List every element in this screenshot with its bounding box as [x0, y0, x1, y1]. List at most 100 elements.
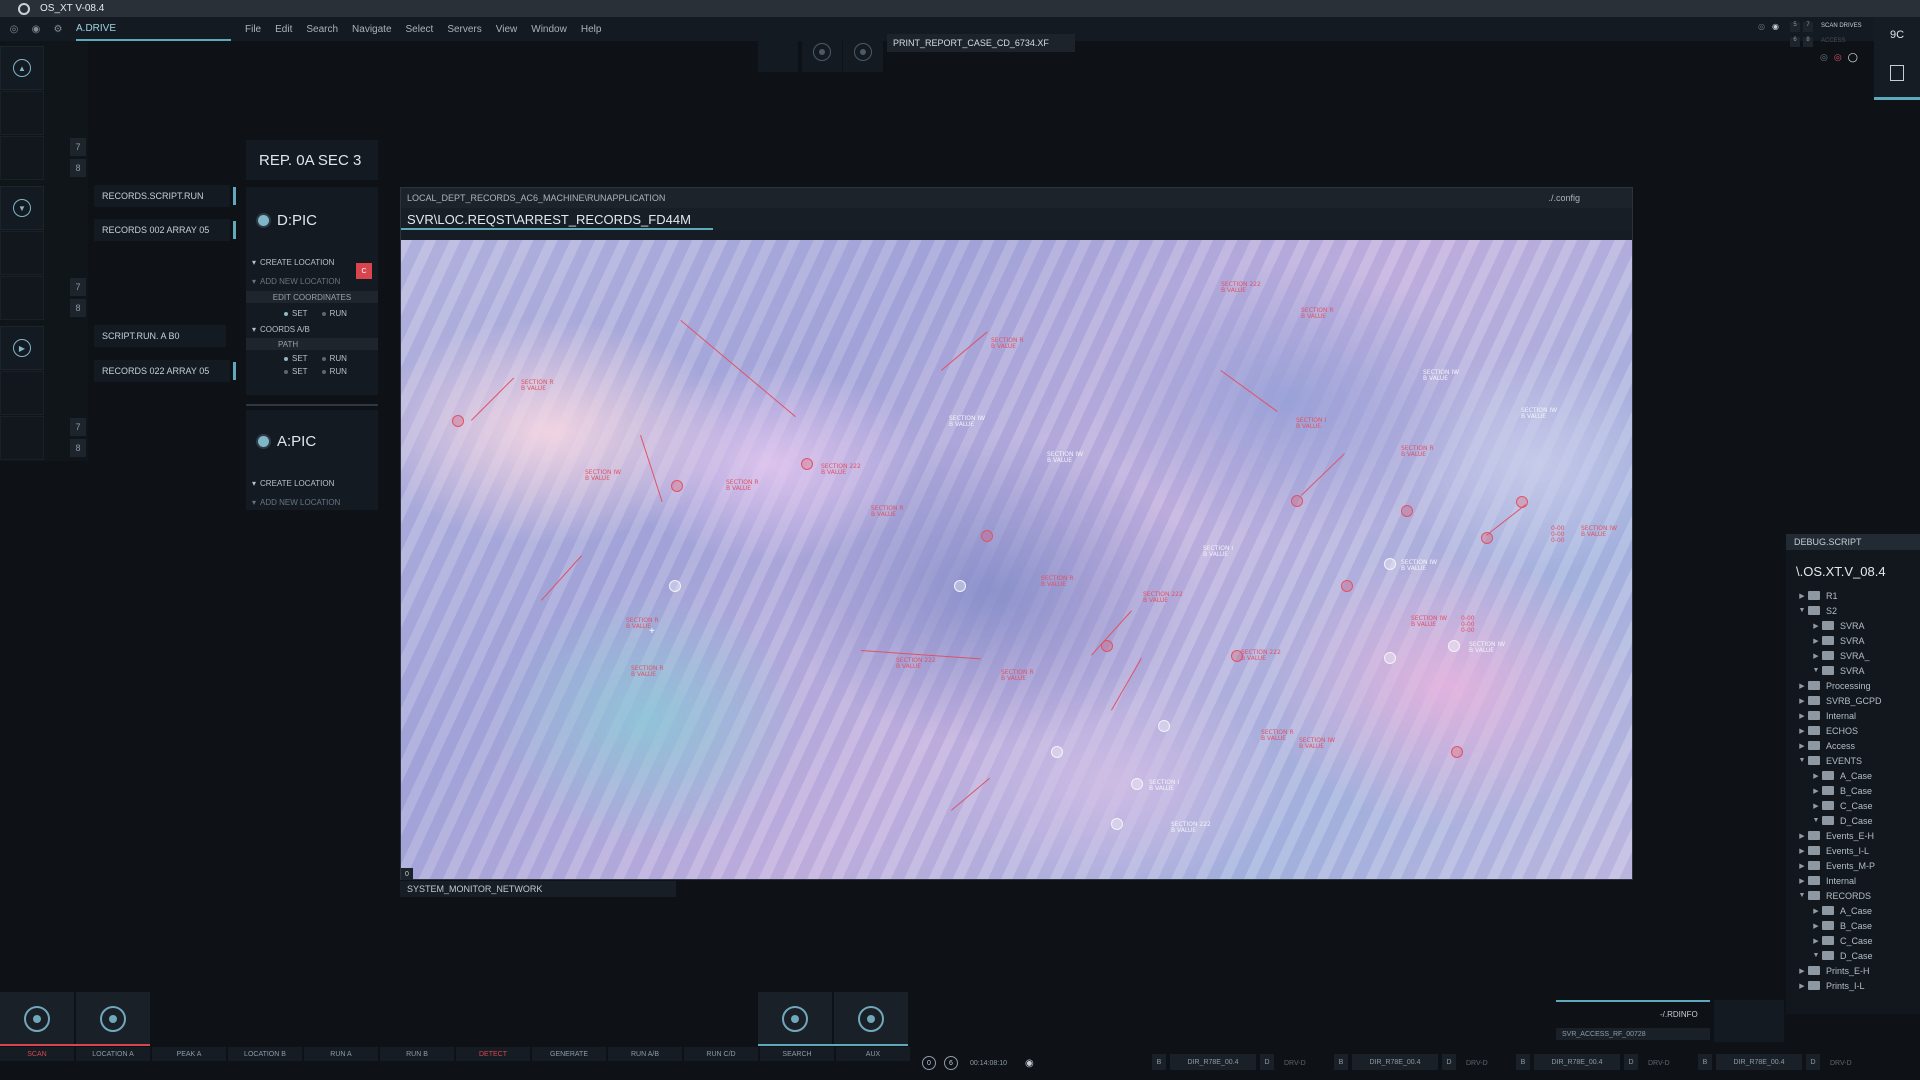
eye-icon[interactable]: ◎	[1758, 22, 1765, 31]
drive-b-badge[interactable]: B	[1698, 1054, 1712, 1070]
script-item[interactable]: RECORDS.SCRIPT.RUN	[94, 185, 236, 207]
run-option[interactable]: RUN	[321, 309, 347, 318]
caret-down-icon[interactable]: ▼	[1796, 892, 1808, 899]
coords-row[interactable]: ▾ COORDS A/B	[252, 321, 372, 337]
caret-right-icon[interactable]: ▶	[1796, 742, 1808, 750]
caret-right-icon[interactable]: ▶	[1796, 832, 1808, 840]
menu-select[interactable]: Select	[406, 24, 434, 35]
caret-right-icon[interactable]: ▶	[1796, 592, 1808, 600]
status-a[interactable]: 0	[922, 1056, 936, 1070]
caret-right-icon[interactable]: ▶	[1796, 712, 1808, 720]
drive-b-badge[interactable]: B	[1516, 1054, 1530, 1070]
label-search[interactable]: SEARCH	[760, 1047, 834, 1061]
caret-right-icon[interactable]: ▶	[1810, 922, 1822, 930]
drive-name[interactable]: DIR_R78E_00.4	[1170, 1054, 1256, 1070]
toolbar-target-button-2[interactable]	[843, 32, 883, 72]
caret-right-icon[interactable]: ▶	[1796, 727, 1808, 735]
create-location-row[interactable]: ▾ CREATE LOCATION	[252, 475, 372, 491]
drive-d-badge[interactable]: D	[1806, 1054, 1820, 1070]
caret-right-icon[interactable]: ▶	[1796, 682, 1808, 690]
record-icon[interactable]: ◯	[1848, 52, 1858, 66]
caret-right-icon[interactable]: ▶	[1796, 982, 1808, 990]
tree-item[interactable]: ▶ B_Case	[1786, 918, 1920, 933]
marker[interactable]	[1051, 746, 1063, 758]
caret-right-icon[interactable]: ▶	[1810, 937, 1822, 945]
aux-button[interactable]	[834, 992, 908, 1046]
tree-item[interactable]: ▼ RECORDS	[1786, 888, 1920, 903]
scan-button[interactable]	[0, 992, 74, 1046]
drive-name[interactable]: DIR_R78E_00.4	[1534, 1054, 1620, 1070]
tree-item[interactable]: ▶ Prints_I-L	[1786, 978, 1920, 993]
caret-down-icon[interactable]: ▼	[1810, 667, 1822, 674]
target-icon[interactable]: ◉	[28, 21, 44, 37]
marker[interactable]	[669, 580, 681, 592]
rail-slot[interactable]	[0, 136, 44, 180]
script-item[interactable]: RECORDS 002 ARRAY 05	[94, 219, 236, 241]
tree-item[interactable]: ▶ Events_M-P	[1786, 858, 1920, 873]
drive-name[interactable]: DIR_R78E_00.4	[1716, 1054, 1802, 1070]
tree-item[interactable]: ▶ ECHOS	[1786, 723, 1920, 738]
caret-down-icon[interactable]: ▼	[1796, 757, 1808, 764]
set-option[interactable]: SET	[284, 354, 308, 363]
tree-item[interactable]: ▶ SVRB_GCPD	[1786, 693, 1920, 708]
print-report-tab[interactable]: PRINT_REPORT_CASE_CD_6734.XF	[887, 34, 1075, 52]
caret-right-icon[interactable]: ▶	[1796, 877, 1808, 885]
tree-item[interactable]: ▶ Internal	[1786, 873, 1920, 888]
tree-item[interactable]: ▼ D_Case	[1786, 813, 1920, 828]
tree-item[interactable]: ▶ SVRA	[1786, 633, 1920, 648]
add-new-location-row[interactable]: ▾ ADD NEW LOCATION	[252, 273, 362, 289]
tree-item[interactable]: ▶ Events_I-L	[1786, 843, 1920, 858]
tree-item[interactable]: ▼ S2	[1786, 603, 1920, 618]
label-detect[interactable]: DETECT	[456, 1047, 530, 1061]
marker[interactable]	[671, 480, 683, 492]
tree-item[interactable]: ▼ D_Case	[1786, 948, 1920, 963]
caret-right-icon[interactable]: ▶	[1810, 787, 1822, 795]
marker[interactable]	[981, 530, 993, 542]
marker[interactable]	[1448, 640, 1460, 652]
toolbar-target-button[interactable]	[802, 32, 842, 72]
rdinfo-label[interactable]: -/.RDINFO	[1660, 1010, 1698, 1019]
caret-right-icon[interactable]: ▶	[1810, 907, 1822, 915]
caret-right-icon[interactable]: ▶	[1810, 802, 1822, 810]
record-icon[interactable]: ◉	[1025, 1058, 1034, 1069]
create-location-row[interactable]: ▾ CREATE LOCATION	[252, 254, 372, 270]
marker[interactable]	[1451, 746, 1463, 758]
caret-right-icon[interactable]: ▶	[1796, 862, 1808, 870]
rail-slot[interactable]	[0, 91, 44, 135]
menu-help[interactable]: Help	[581, 24, 602, 35]
marker[interactable]	[1384, 558, 1396, 570]
caret-right-icon[interactable]: ▶	[1810, 622, 1822, 630]
alert-icon[interactable]: ◎	[1834, 52, 1842, 66]
script-item[interactable]: SCRIPT.RUN. A B0	[94, 325, 226, 347]
drive-name[interactable]: DIR_R78E_00.4	[1352, 1054, 1438, 1070]
viewport-footer[interactable]: SYSTEM_MONITOR_NETWORK	[400, 881, 676, 897]
thermal-image[interactable]: SECTION 222 B VALUE SECTION IW B VALUE SEC…	[401, 240, 1632, 879]
marker[interactable]	[1291, 495, 1303, 507]
set-option[interactable]: SET	[284, 309, 308, 318]
config-link[interactable]: ./.config	[1548, 193, 1580, 203]
tree-item[interactable]: ▶ B_Case	[1786, 783, 1920, 798]
label-location-a[interactable]: LOCATION A	[76, 1047, 150, 1061]
access-label[interactable]: ACCESS	[1821, 38, 1846, 44]
tree-item[interactable]: ▼ SVRA	[1786, 663, 1920, 678]
tree-item[interactable]: ▶ SVRA	[1786, 618, 1920, 633]
tree-item[interactable]: ▶ Events_E-H	[1786, 828, 1920, 843]
rail-button-1[interactable]: ▲	[0, 46, 44, 90]
marker[interactable]	[1131, 778, 1143, 790]
gear-icon[interactable]: ⚙	[50, 21, 66, 37]
label-location-b[interactable]: LOCATION B	[228, 1047, 302, 1061]
drive-d-badge[interactable]: D	[1260, 1054, 1274, 1070]
drive-b-badge[interactable]: B	[1152, 1054, 1166, 1070]
drive-b-badge[interactable]: B	[1334, 1054, 1348, 1070]
rail-slot[interactable]	[0, 231, 44, 275]
label-aux[interactable]: AUX	[836, 1047, 910, 1061]
label-run-cd[interactable]: RUN C/D	[684, 1047, 758, 1061]
marker[interactable]	[452, 415, 464, 427]
tree-item[interactable]: ▶ Internal	[1786, 708, 1920, 723]
rail-slot[interactable]	[0, 276, 44, 320]
tree-item[interactable]: ▶ C_Case	[1786, 798, 1920, 813]
marker[interactable]	[1111, 818, 1123, 830]
dpic-header[interactable]: D:PIC	[258, 212, 317, 229]
label-scan[interactable]: SCAN	[0, 1047, 74, 1061]
marker[interactable]	[1481, 532, 1493, 544]
